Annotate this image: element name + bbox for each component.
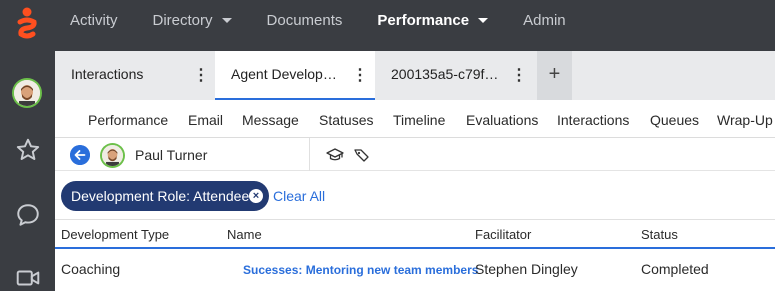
cell-name-link[interactable]: Sucesses: Mentoring new team members bbox=[243, 263, 478, 277]
add-tab-button[interactable]: + bbox=[537, 51, 572, 100]
graduation-cap-icon[interactable] bbox=[326, 147, 344, 163]
nav-documents-label: Documents bbox=[266, 11, 343, 29]
tab-agent-development-label: Agent Develop… bbox=[231, 66, 337, 82]
tab-interaction-id-label: 200135a5-c79f… bbox=[391, 66, 499, 82]
subtab-email[interactable]: Email bbox=[188, 112, 223, 128]
cell-development-type: Coaching bbox=[61, 261, 121, 277]
nav-performance-label: Performance bbox=[377, 11, 470, 29]
user-avatar[interactable] bbox=[12, 78, 42, 108]
subtab-wrap-up[interactable]: Wrap-Up bbox=[717, 112, 773, 128]
back-arrow-icon[interactable] bbox=[70, 145, 90, 165]
nav-directory[interactable]: Directory bbox=[153, 12, 232, 29]
interaction-tabs-bar: Interactions ⋮ Agent Develop… ⋮ 200135a5… bbox=[55, 51, 775, 100]
tab-agent-development[interactable]: Agent Develop… ⋮ bbox=[215, 51, 375, 100]
close-icon[interactable]: × bbox=[249, 189, 263, 203]
tag-icon[interactable] bbox=[353, 147, 371, 163]
subtab-evaluations[interactable]: Evaluations bbox=[466, 112, 538, 128]
more-options-icon[interactable]: ⋮ bbox=[511, 65, 527, 85]
table-row[interactable]: Coaching Sucesses: Mentoring new team me… bbox=[55, 249, 775, 291]
performance-subtabs: Performance Email Message Statuses Timel… bbox=[55, 100, 775, 138]
chat-bubble-icon[interactable] bbox=[15, 202, 41, 228]
video-icon[interactable] bbox=[15, 265, 41, 291]
chevron-down-icon bbox=[478, 17, 489, 23]
nav-documents[interactable]: Documents bbox=[267, 12, 343, 29]
left-sidebar bbox=[0, 51, 55, 291]
filter-chip-development-role: Development Role: Attendee × bbox=[61, 181, 269, 211]
subtab-message[interactable]: Message bbox=[242, 112, 299, 128]
agent-header: Paul Turner bbox=[55, 138, 775, 171]
table-header: Development Type Name Facilitator Status bbox=[55, 219, 775, 249]
column-header-status[interactable]: Status bbox=[641, 227, 678, 242]
cell-facilitator: Stephen Dingley bbox=[475, 261, 578, 277]
divider bbox=[309, 138, 310, 171]
nav-admin[interactable]: Admin bbox=[523, 12, 566, 29]
clear-all-link[interactable]: Clear All bbox=[273, 188, 325, 204]
subtab-interactions[interactable]: Interactions bbox=[557, 112, 629, 128]
more-options-icon[interactable]: ⋮ bbox=[193, 65, 209, 85]
chevron-down-icon bbox=[221, 17, 232, 23]
tab-interactions-label: Interactions bbox=[71, 66, 144, 82]
column-header-facilitator[interactable]: Facilitator bbox=[475, 227, 531, 242]
genesys-logo[interactable] bbox=[16, 7, 38, 41]
more-options-icon[interactable]: ⋮ bbox=[352, 65, 368, 85]
filter-chip-label: Development Role: Attendee bbox=[71, 188, 250, 204]
column-header-development-type[interactable]: Development Type bbox=[61, 227, 169, 242]
subtab-timeline[interactable]: Timeline bbox=[393, 112, 445, 128]
top-navigation-bar: Activity Directory Documents Performance… bbox=[0, 0, 775, 51]
subtab-performance[interactable]: Performance bbox=[88, 112, 168, 128]
subtab-queues[interactable]: Queues bbox=[650, 112, 699, 128]
column-header-name[interactable]: Name bbox=[227, 227, 262, 242]
tab-interactions[interactable]: Interactions ⋮ bbox=[55, 51, 215, 100]
top-nav: Activity Directory Documents Performance… bbox=[70, 0, 601, 40]
subtab-statuses[interactable]: Statuses bbox=[319, 112, 373, 128]
cell-status: Completed bbox=[641, 261, 709, 277]
agent-avatar bbox=[100, 143, 125, 168]
nav-directory-label: Directory bbox=[152, 11, 213, 29]
nav-activity[interactable]: Activity bbox=[70, 12, 118, 29]
agent-name: Paul Turner bbox=[135, 147, 208, 163]
tab-interaction-id[interactable]: 200135a5-c79f… ⋮ bbox=[375, 51, 537, 100]
avatar-face-icon bbox=[14, 80, 40, 107]
nav-activity-label: Activity bbox=[70, 11, 118, 29]
star-icon[interactable] bbox=[15, 137, 41, 163]
avatar-face-icon bbox=[102, 145, 123, 167]
nav-admin-label: Admin bbox=[523, 11, 566, 29]
nav-performance[interactable]: Performance bbox=[377, 11, 489, 29]
